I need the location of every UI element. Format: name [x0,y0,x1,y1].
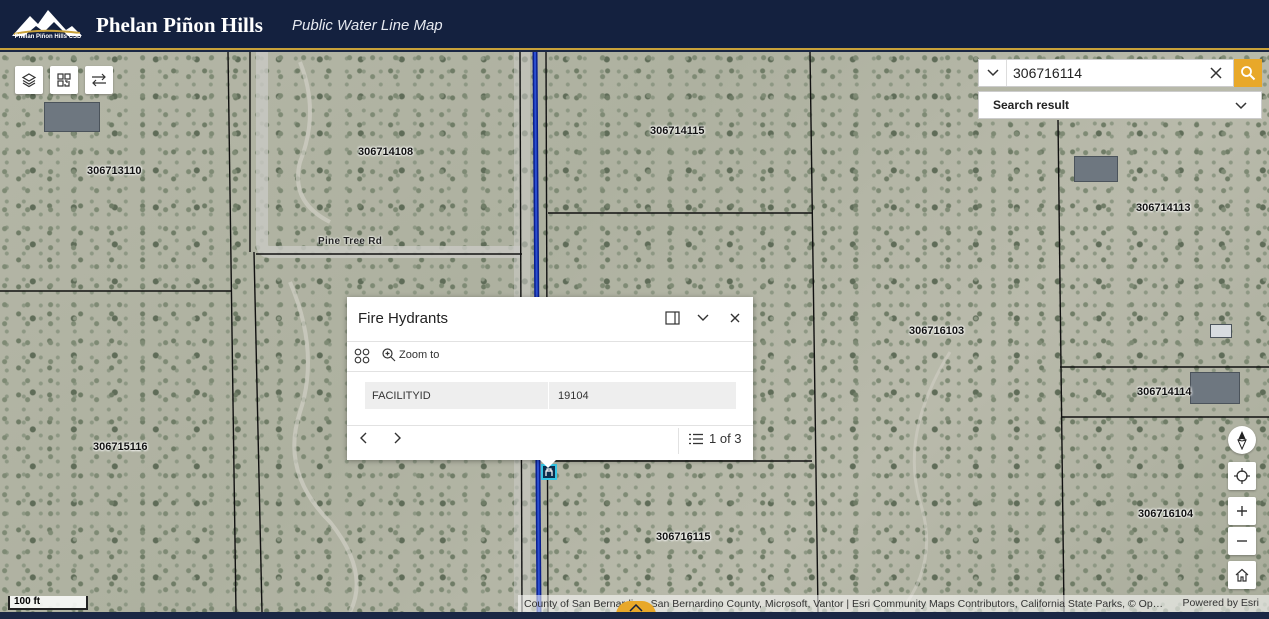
home-button[interactable] [1228,561,1256,589]
search-result-dropdown[interactable]: Search result [978,91,1262,119]
app-title: Phelan Piñon Hills [96,13,263,37]
list-icon [689,433,703,444]
search-input[interactable] [1007,60,1199,86]
chevron-right-icon [394,432,401,444]
close-icon [730,313,740,323]
chevron-down-icon [1235,102,1247,110]
crosshair-icon [1234,468,1250,484]
parcel-label: 306715116 [93,441,148,453]
attribute-row: FACILITYID 19104 [365,382,736,409]
divider [347,371,753,372]
attribute-value: 19104 [558,389,589,402]
qr-code-button[interactable] [50,66,78,94]
next-feature-button[interactable] [393,431,401,448]
swap-button[interactable] [85,66,113,94]
hydrant-icon [545,468,553,476]
pager-count: 1 of 3 [709,431,742,446]
building [1074,156,1118,182]
clear-search-button[interactable] [1199,60,1233,86]
expand-panel-button[interactable] [616,601,656,612]
search-bar [978,59,1234,87]
swap-arrows-icon [92,73,106,87]
close-popup-button[interactable] [726,309,744,327]
feature-pager[interactable]: 1 of 3 [689,431,742,446]
search-button[interactable] [1234,59,1262,87]
divider [678,428,679,454]
popup-title: Fire Hydrants [358,310,449,327]
popup-pointer [539,459,557,468]
road-label: Pine Tree Rd [318,236,383,247]
parcel-label: 306716115 [656,531,711,543]
chevron-left-icon [360,432,367,444]
zoom-to-label: Zoom to [399,349,440,361]
building [1210,324,1232,338]
home-icon [1235,568,1249,582]
close-icon [1210,67,1222,79]
divider [347,341,753,342]
zoom-to-button[interactable]: Zoom to [382,348,439,362]
feature-popup: Fire Hydrants Zoom to FACILITYID 19104 1… [347,297,753,460]
parcel-label: 306714114 [1137,386,1192,398]
dock-panel-icon [664,311,680,325]
parcel-label: 306716103 [909,325,965,337]
compass-button[interactable] [1228,426,1256,454]
parcel-label: 306714115 [650,125,705,137]
plus-icon [1237,506,1247,516]
building [1190,372,1240,404]
qr-code-icon [57,73,71,87]
collapse-button[interactable] [694,309,712,327]
logo-caption: Phelan Piñon Hills CSD [14,34,82,40]
scale-bar: 100 ft [8,596,88,610]
zoom-in-button[interactable] [1228,497,1256,525]
app-header: Phelan Piñon Hills CSD Phelan Piñon Hill… [0,0,1269,50]
attribute-key: FACILITYID [365,382,549,409]
dock-button[interactable] [663,309,681,327]
app-subtitle: Public Water Line Map [292,17,443,34]
locate-button[interactable] [1228,462,1256,490]
parcel-label: 306713110 [87,165,142,177]
building [44,102,100,132]
zoom-in-icon [382,348,396,362]
parcel-label: 306714108 [358,146,414,158]
parcel-label: 306716104 [1138,508,1194,520]
search-result-label: Search result [993,98,1070,112]
minus-icon [1237,540,1247,542]
footer-strip [0,612,1269,619]
grid-circles-icon [354,348,370,364]
layers-icon [21,73,37,88]
actions-menu-button[interactable] [353,347,371,365]
parcel-label: 306714113 [1136,202,1191,214]
divider [347,425,753,426]
chevron-down-icon [986,69,999,77]
layers-button[interactable] [15,66,43,94]
zoom-out-button[interactable] [1228,527,1256,555]
chevron-down-icon [697,314,709,321]
search-icon [1241,66,1256,81]
chevron-up-icon [629,604,643,612]
search-source-dropdown[interactable] [979,60,1007,86]
previous-feature-button[interactable] [360,431,368,448]
map-view[interactable]: 306713110 306714108 306714115 306714113 … [0,52,1269,612]
compass-icon [1237,431,1247,450]
powered-by-esri: Powered by Esri [1182,597,1259,609]
